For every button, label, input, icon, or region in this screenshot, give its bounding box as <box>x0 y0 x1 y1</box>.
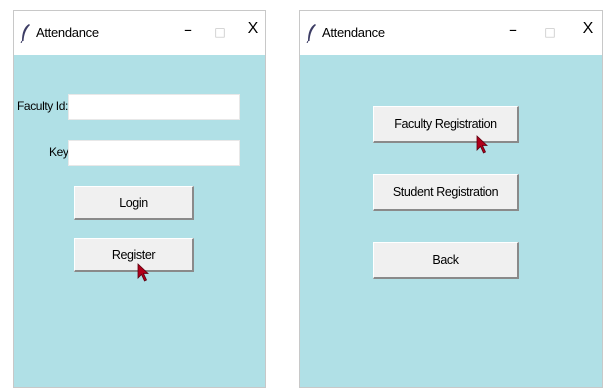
close-button[interactable]: X <box>243 20 263 44</box>
student-registration-button[interactable]: Student Registration <box>373 174 519 211</box>
maximize-button[interactable]: □ <box>210 20 230 44</box>
registration-menu-window: Attendance – □ X Faculty Registration St… <box>299 10 603 388</box>
title-bar[interactable]: Attendance – □ X <box>300 11 602 55</box>
window-title: Attendance <box>36 25 99 40</box>
back-button[interactable]: Back <box>373 242 519 279</box>
feather-icon <box>306 24 316 43</box>
faculty-registration-button[interactable]: Faculty Registration <box>373 106 519 143</box>
minimize-button[interactable]: – <box>503 20 523 44</box>
minimize-button[interactable]: – <box>178 20 198 44</box>
faculty-id-input[interactable] <box>68 94 240 120</box>
faculty-id-label: Faculty Id: <box>17 99 68 113</box>
register-button[interactable]: Register <box>74 238 194 272</box>
feather-icon <box>20 24 30 43</box>
maximize-button[interactable]: □ <box>540 20 560 44</box>
login-window: Attendance – □ X Faculty Id: Key: Login … <box>13 10 266 388</box>
close-button[interactable]: X <box>578 20 598 44</box>
window-title: Attendance <box>322 25 385 40</box>
key-input[interactable] <box>68 140 240 166</box>
login-button[interactable]: Login <box>74 186 194 220</box>
title-bar[interactable]: Attendance – □ X <box>14 11 265 55</box>
